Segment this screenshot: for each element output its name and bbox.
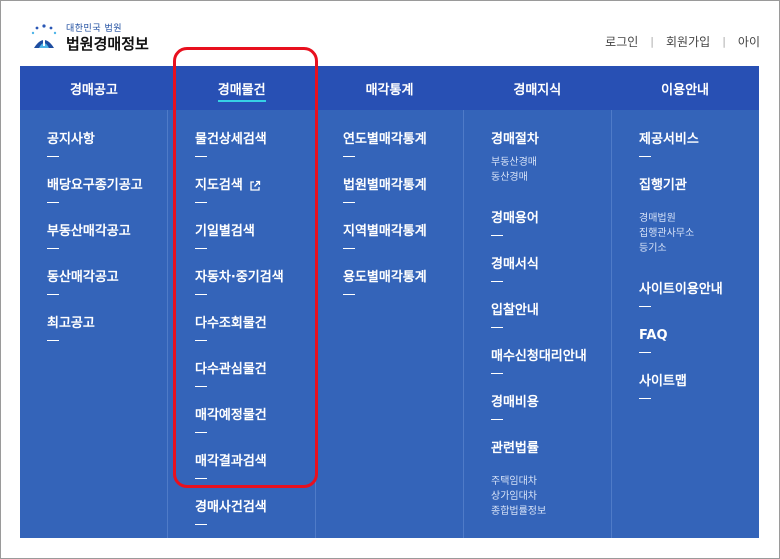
dash: [195, 156, 207, 157]
dash: [195, 524, 207, 525]
dash: [491, 419, 503, 420]
dash: [491, 327, 503, 328]
menu-site-usage-guide[interactable]: 사이트이용안내: [639, 281, 723, 299]
menu-column-items: 물건상세검색 지도검색 기일별검색 자동차·중기검색 다수조회물건 다수관심물건…: [168, 110, 316, 538]
menu-vehicle-search[interactable]: 자동차·중기검색: [195, 269, 284, 287]
menu-detailed-search[interactable]: 물건상세검색: [195, 131, 267, 149]
menu-final-notice[interactable]: 최고공고: [47, 315, 95, 333]
nav-usage-guide[interactable]: 이용안내: [611, 66, 759, 110]
divider: |: [650, 35, 655, 48]
menu-yearly-stats[interactable]: 연도별매각통계: [343, 131, 427, 149]
menu-most-viewed[interactable]: 다수조회물건: [195, 315, 267, 333]
nav-auction-knowledge[interactable]: 경매지식: [463, 66, 611, 110]
dash: [491, 373, 503, 374]
dash: [47, 156, 59, 157]
menu-region-stats[interactable]: 지역별매각통계: [343, 223, 427, 241]
submenu-auction-court[interactable]: 경매법원: [639, 211, 759, 226]
menu-column-statistics: 연도별매각통계 법원별매각통계 지역별매각통계 용도별매각통계: [316, 110, 464, 538]
menu-column-knowledge: 경매절차 부동산경매 동산경매 경매용어 경매서식 입찰안내 매수신청대리안내 …: [464, 110, 612, 538]
submenu-bailiff-office[interactable]: 집행관사무소: [639, 226, 759, 241]
submenu-movable-auction[interactable]: 동산경매: [491, 170, 611, 185]
dash: [639, 352, 651, 353]
menu-sitemap[interactable]: 사이트맵: [639, 373, 687, 391]
menu-usage-stats[interactable]: 용도별매각통계: [343, 269, 427, 287]
menu-bidding-guide[interactable]: 입찰안내: [491, 302, 539, 320]
divider: |: [722, 35, 726, 48]
menu-court-stats[interactable]: 법원별매각통계: [343, 177, 427, 195]
submenu-registry-office[interactable]: 등기소: [639, 241, 759, 256]
menu-column-guide: 제공서비스 집행기관 경매법원 집행관사무소 등기소 사이트이용안내 FAQ 사…: [612, 110, 759, 538]
menu-enforcement-agency[interactable]: 집행기관: [639, 177, 687, 195]
main-nav: 경매공고 경매물건 매각통계 경매지식 이용안내: [20, 66, 759, 110]
menu-auction-terms[interactable]: 경매용어: [491, 210, 539, 228]
menu-most-favorited[interactable]: 다수관심물건: [195, 361, 267, 379]
menu-movable-sale-notice[interactable]: 동산매각공고: [47, 269, 119, 287]
menu-map-search-label: 지도검색: [195, 178, 243, 193]
menu-real-estate-sale-notice[interactable]: 부동산매각공고: [47, 223, 131, 241]
dash: [491, 281, 503, 282]
dash: [195, 386, 207, 387]
dash: [639, 306, 651, 307]
menu-column-notices: 공지사항 배당요구종기공고 부동산매각공고 동산매각공고 최고공고: [20, 110, 168, 538]
id-link[interactable]: 아이: [738, 33, 760, 50]
logo-subtitle: 대한민국 법원: [66, 23, 123, 34]
nav-sale-statistics[interactable]: 매각통계: [316, 66, 464, 110]
dash: [47, 294, 59, 295]
dash: [195, 202, 207, 203]
dash: [47, 340, 59, 341]
menu-case-search[interactable]: 경매사건검색: [195, 499, 267, 517]
nav-auction-notice[interactable]: 경매공고: [20, 66, 168, 110]
submenu-real-estate-auction[interactable]: 부동산경매: [491, 155, 611, 170]
menu-proxy-bidding-guide[interactable]: 매수신청대리안내: [491, 348, 587, 366]
menu-auction-costs[interactable]: 경매비용: [491, 394, 539, 412]
signup-link[interactable]: 회원가입: [666, 33, 710, 50]
dash: [47, 202, 59, 203]
menu-notice[interactable]: 공지사항: [47, 131, 95, 149]
menu-sale-result-search[interactable]: 매각결과검색: [195, 453, 267, 471]
dash: [343, 294, 355, 295]
dash: [343, 202, 355, 203]
site-header: 대한민국 법원 법원경매정보 로그인 | 회원가입 | 아이: [0, 0, 780, 66]
dash: [195, 248, 207, 249]
utility-links: 로그인 | 회원가입 | 아이: [605, 33, 760, 50]
dash: [343, 156, 355, 157]
dash: [343, 248, 355, 249]
site-logo[interactable]: 대한민국 법원 법원경매정보: [28, 22, 149, 54]
dash: [195, 340, 207, 341]
dash: [639, 156, 651, 157]
menu-date-search[interactable]: 기일별검색: [195, 223, 255, 241]
mega-menu: 공지사항 배당요구종기공고 부동산매각공고 동산매각공고 최고공고 물건상세검색…: [20, 110, 759, 538]
dash: [195, 432, 207, 433]
menu-auction-forms[interactable]: 경매서식: [491, 256, 539, 274]
dash: [195, 294, 207, 295]
menu-auction-procedure[interactable]: 경매절차: [491, 131, 539, 149]
nav-auction-items[interactable]: 경매물건: [168, 66, 316, 110]
external-link-icon: [249, 180, 261, 192]
menu-faq[interactable]: FAQ: [639, 327, 668, 345]
dash: [639, 398, 651, 399]
login-link[interactable]: 로그인: [605, 33, 638, 50]
dash: [47, 248, 59, 249]
dash: [491, 235, 503, 236]
submenu-comprehensive-law[interactable]: 종합법률정보: [491, 504, 611, 519]
logo-title: 법원경매정보: [66, 34, 149, 53]
dash: [195, 478, 207, 479]
menu-provided-services[interactable]: 제공서비스: [639, 131, 699, 149]
menu-related-laws[interactable]: 관련법률: [491, 440, 539, 458]
menu-map-search[interactable]: 지도검색: [195, 177, 261, 195]
court-emblem-icon: [28, 22, 60, 54]
menu-scheduled-sale[interactable]: 매각예정물건: [195, 407, 267, 425]
submenu-housing-lease[interactable]: 주택임대차: [491, 474, 611, 489]
menu-dividend-deadline-notice[interactable]: 배당요구종기공고: [47, 177, 143, 195]
submenu-commercial-lease[interactable]: 상가임대차: [491, 489, 611, 504]
